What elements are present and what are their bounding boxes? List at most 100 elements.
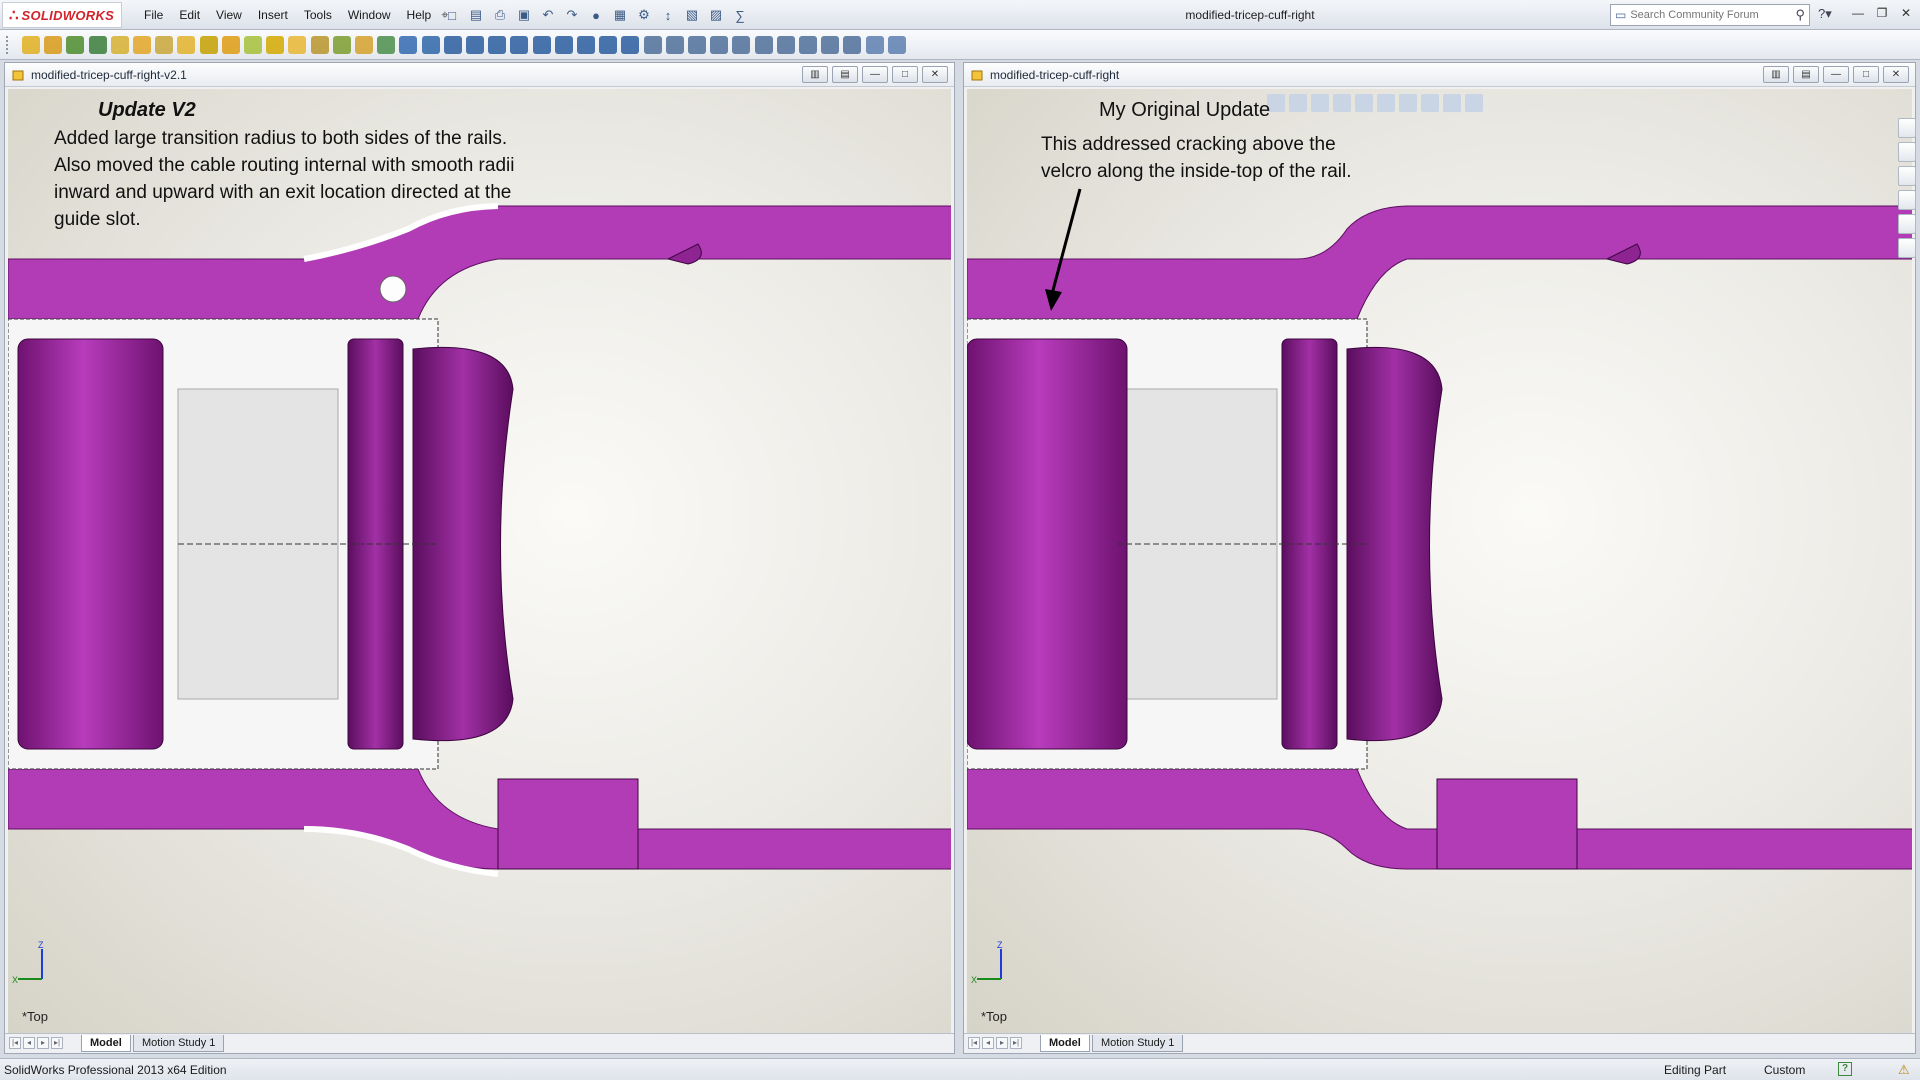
solidworks-logo[interactable]: ∴ SOLIDWORKS [2, 2, 122, 28]
options-icon[interactable]: ⚙ [634, 5, 654, 25]
tab-model[interactable]: Model [1040, 1035, 1090, 1052]
edit-appearance-icon[interactable] [1421, 94, 1439, 112]
fillet-icon[interactable] [244, 36, 262, 54]
intersect-icon[interactable] [377, 36, 396, 54]
line-icon[interactable] [488, 36, 507, 54]
print-icon[interactable]: ⎙ [490, 5, 510, 25]
instant3d-icon[interactable] [843, 36, 862, 54]
move-entities-icon[interactable] [732, 36, 751, 54]
lofted-boss-icon[interactable] [88, 36, 107, 54]
extruded-boss-icon[interactable] [22, 36, 40, 54]
revolved-boss-icon[interactable] [44, 36, 63, 54]
convert-entities-icon[interactable] [665, 36, 684, 54]
view-palette-icon[interactable] [1898, 190, 1916, 210]
wrap-icon[interactable] [355, 36, 373, 54]
save-icon[interactable]: ▣ [514, 5, 534, 25]
rapid-sketch-icon[interactable] [821, 36, 840, 54]
menu-tools[interactable]: Tools [296, 8, 340, 22]
tab-prev-icon[interactable]: ◂ [982, 1037, 994, 1049]
tab-first-icon[interactable]: |◂ [968, 1037, 980, 1049]
repair-sketch-icon[interactable] [776, 36, 795, 54]
curves-icon[interactable] [421, 36, 440, 54]
hole-wizard-icon[interactable] [155, 36, 174, 54]
reference-geometry-icon[interactable] [399, 36, 418, 54]
select-icon[interactable] [865, 36, 884, 54]
polygon-icon[interactable] [599, 36, 618, 54]
open-folder-icon[interactable]: ▤ [466, 5, 486, 25]
circle-icon[interactable] [532, 36, 551, 54]
quick-tips-icon[interactable]: ? [1838, 1062, 1852, 1076]
point-icon[interactable] [621, 36, 640, 54]
shell-icon[interactable] [332, 36, 351, 54]
tab-last-icon[interactable]: ▸| [51, 1037, 63, 1049]
menu-help[interactable]: Help [399, 8, 440, 22]
minimize-icon[interactable]: — [862, 66, 888, 83]
hide-show-items-icon[interactable] [1399, 94, 1417, 112]
unit-system-selector[interactable]: Custom [1764, 1063, 1805, 1077]
restore-icon[interactable]: ❐ [1872, 6, 1892, 22]
apply-scene-icon[interactable] [1443, 94, 1461, 112]
mirror-icon[interactable] [710, 36, 729, 54]
arc-icon[interactable] [554, 36, 573, 54]
menu-view[interactable]: View [208, 8, 250, 22]
redo-icon[interactable]: ↷ [562, 5, 582, 25]
tab-model[interactable]: Model [81, 1035, 131, 1052]
spline-icon[interactable] [577, 36, 595, 54]
rebuild-status-icon[interactable]: ⚠ [1898, 1062, 1910, 1078]
trim-icon[interactable] [643, 36, 662, 54]
swept-boss-icon[interactable] [66, 36, 85, 54]
minimize-icon[interactable]: — [1823, 66, 1849, 83]
zoom-to-area-icon[interactable] [1289, 94, 1307, 112]
appearances-icon[interactable] [1898, 214, 1916, 234]
section-view-icon[interactable]: ▨ [706, 5, 726, 25]
display-style-icon[interactable] [1377, 94, 1395, 112]
solidworks-resources-icon[interactable] [1898, 118, 1916, 138]
tile-horizontal-icon[interactable]: ▥ [1763, 66, 1789, 83]
menu-insert[interactable]: Insert [250, 8, 296, 22]
tab-motion-study[interactable]: Motion Study 1 [133, 1035, 225, 1052]
tab-next-icon[interactable]: ▸ [37, 1037, 49, 1049]
toolbar-grip[interactable] [6, 36, 10, 54]
tile-horizontal-icon[interactable]: ▥ [802, 66, 828, 83]
custom-properties-icon[interactable] [1898, 238, 1916, 258]
rebuild-icon[interactable]: ● [586, 5, 606, 25]
tile-vertical-icon[interactable]: ▤ [1793, 66, 1819, 83]
measure-icon[interactable]: ↕ [658, 5, 678, 25]
sketch-icon[interactable] [443, 36, 462, 54]
previous-view-icon[interactable] [1311, 94, 1329, 112]
boundary-boss-icon[interactable] [110, 36, 129, 54]
relations-icon[interactable] [754, 36, 773, 54]
tab-prev-icon[interactable]: ◂ [23, 1037, 35, 1049]
draft-icon[interactable] [310, 36, 329, 54]
search-icon[interactable]: ⚲ [1795, 7, 1805, 23]
minimize-icon[interactable]: — [1848, 6, 1868, 22]
file-properties-icon[interactable]: ▦ [610, 5, 630, 25]
search-field[interactable]: ▭ ⚲ [1610, 4, 1810, 26]
graphics-area-right[interactable]: My Original Update This addressed cracki… [967, 89, 1912, 1033]
tab-last-icon[interactable]: ▸| [1010, 1037, 1022, 1049]
linear-pattern-icon[interactable] [266, 36, 285, 54]
graphics-area-left[interactable]: Update V2 Added large transition radius … [8, 89, 951, 1033]
revolved-cut-icon[interactable] [177, 36, 196, 54]
rib-icon[interactable] [288, 36, 307, 54]
mass-properties-icon[interactable]: ▧ [682, 5, 702, 25]
measure-icon[interactable] [887, 36, 906, 54]
tab-first-icon[interactable]: |◂ [9, 1037, 21, 1049]
menu-window[interactable]: Window [340, 8, 399, 22]
swept-cut-icon[interactable] [199, 36, 218, 54]
lofted-cut-icon[interactable] [221, 36, 240, 54]
undo-icon[interactable]: ↶ [538, 5, 558, 25]
menu-edit[interactable]: Edit [171, 8, 208, 22]
menu-file[interactable]: File [136, 8, 171, 22]
smart-dimension-icon[interactable] [466, 36, 484, 54]
tile-vertical-icon[interactable]: ▤ [832, 66, 858, 83]
restore-icon[interactable]: □ [1853, 66, 1879, 83]
tab-motion-study[interactable]: Motion Study 1 [1092, 1035, 1184, 1052]
close-icon[interactable]: ✕ [922, 66, 948, 83]
view-orientation-icon[interactable] [1355, 94, 1373, 112]
rectangle-icon[interactable] [510, 36, 529, 54]
file-explorer-icon[interactable] [1898, 166, 1916, 186]
equations-icon[interactable]: ∑ [730, 5, 750, 25]
close-icon[interactable]: ✕ [1883, 66, 1909, 83]
tab-next-icon[interactable]: ▸ [996, 1037, 1008, 1049]
